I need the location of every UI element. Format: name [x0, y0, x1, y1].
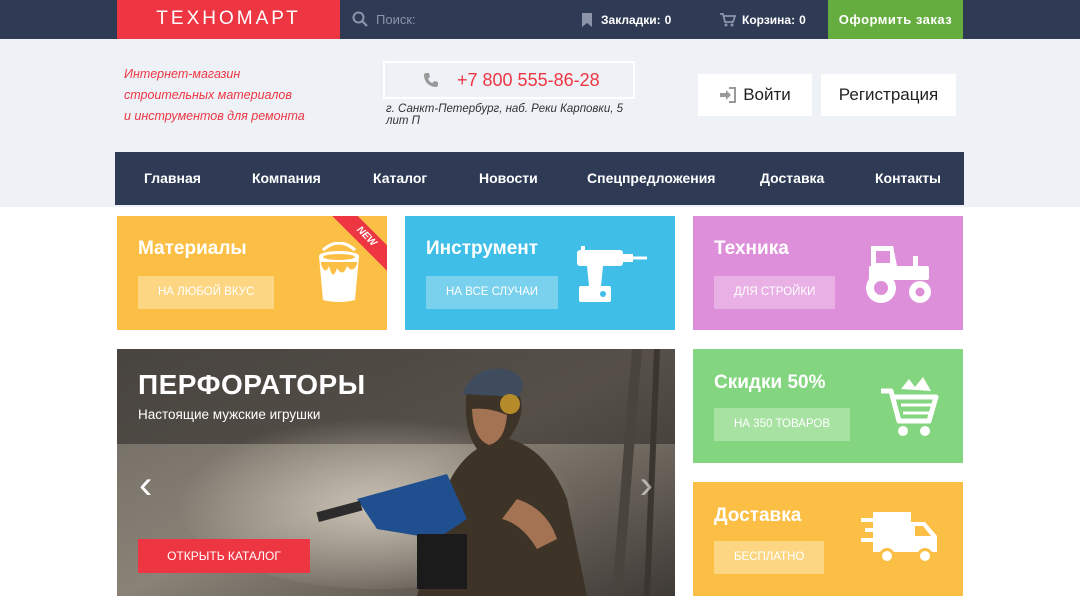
- nav-item-news[interactable]: Новости: [479, 152, 538, 205]
- cart-icon: [881, 377, 939, 436]
- nav-item-contacts[interactable]: Контакты: [875, 152, 941, 205]
- paint-bucket-icon: [319, 242, 359, 302]
- tile-button[interactable]: НА ВСЕ СЛУЧАИ: [426, 276, 559, 309]
- nav-item-offers[interactable]: Спецпредложения: [587, 152, 715, 205]
- bookmark-icon: [582, 13, 592, 27]
- nav-item-delivery[interactable]: Доставка: [760, 152, 824, 205]
- login-button[interactable]: Войти: [698, 74, 812, 116]
- register-button[interactable]: Регистрация: [821, 74, 956, 116]
- tile-title: Техника: [714, 238, 789, 259]
- search-box[interactable]: [352, 9, 552, 29]
- tile-title: Скидки 50%: [714, 372, 826, 393]
- address: г. Санкт-Петербург, наб. Реки Карповки, …: [386, 103, 624, 127]
- slider-next-arrow[interactable]: ›: [640, 465, 653, 505]
- tile-button[interactable]: НА ЛЮБОЙ ВКУС: [138, 276, 275, 309]
- cart-link[interactable]: Корзина: 0: [720, 11, 806, 29]
- top-bar: ТЕХНОМАРТ Закладки: 0 Корзина: 0 Оформит…: [0, 0, 1080, 43]
- tile-sale[interactable]: Скидки 50% НА 350 ТОВАРОВ: [693, 349, 963, 463]
- tagline: Интернет-магазин строительных материалов…: [124, 64, 324, 127]
- login-icon: [720, 87, 737, 103]
- main-nav: Главная Компания Каталог Новости Спецпре…: [115, 152, 964, 205]
- tagline-line: Интернет-магазин: [124, 67, 241, 81]
- hero-subtitle: Настоящие мужские игрушки: [138, 407, 321, 422]
- tile-tech[interactable]: Техника ДЛЯ СТРОЙКИ: [693, 216, 963, 330]
- hero-slider[interactable]: ПЕРФОРАТОРЫ Настоящие мужские игрушки ОТ…: [117, 349, 675, 596]
- tile-button[interactable]: ДЛЯ СТРОЙКИ: [714, 276, 836, 309]
- search-icon: [352, 11, 368, 27]
- drill-icon: [577, 246, 647, 302]
- nav-item-home[interactable]: Главная: [144, 152, 201, 205]
- bookmarks-link[interactable]: Закладки: 0: [581, 11, 671, 29]
- cart-label: Корзина:: [742, 13, 796, 27]
- tile-delivery[interactable]: Доставка БЕСПЛАТНО: [693, 482, 963, 596]
- tile-tools[interactable]: Инструмент НА ВСЕ СЛУЧАИ: [405, 216, 675, 330]
- tile-title: Материалы: [138, 238, 247, 259]
- phone-number: +7 800 555-86-28: [457, 69, 600, 90]
- tractor-icon: [866, 246, 931, 303]
- phone-box[interactable]: +7 800 555-86-28: [383, 61, 635, 99]
- bookmarks-label: Закладки:: [601, 13, 661, 27]
- cart-count: 0: [799, 13, 806, 27]
- tile-button[interactable]: НА 350 ТОВАРОВ: [714, 408, 850, 441]
- tagline-line: строительных материалов: [124, 88, 292, 102]
- order-button[interactable]: Оформить заказ: [828, 0, 963, 39]
- login-label: Войти: [743, 85, 791, 104]
- tile-title: Доставка: [714, 505, 802, 526]
- tagline-line: и инструментов для ремонта: [124, 109, 305, 123]
- phone-icon: [424, 73, 438, 87]
- bookmarks-count: 0: [664, 13, 672, 27]
- hero-title: ПЕРФОРАТОРЫ: [138, 369, 366, 400]
- cart-icon: [720, 13, 736, 27]
- search-input[interactable]: [376, 11, 536, 27]
- nav-item-catalog[interactable]: Каталог: [373, 152, 427, 205]
- tile-title: Инструмент: [426, 238, 539, 259]
- slider-prev-arrow[interactable]: ‹: [139, 465, 152, 505]
- nav-item-company[interactable]: Компания: [252, 152, 321, 205]
- tile-button[interactable]: БЕСПЛАТНО: [714, 541, 825, 574]
- open-catalog-button[interactable]: ОТКРЫТЬ КАТАЛОГ: [138, 539, 310, 573]
- truck-icon: [861, 512, 937, 564]
- tile-materials[interactable]: Материалы НА ЛЮБОЙ ВКУС NEW: [117, 216, 387, 330]
- logo[interactable]: ТЕХНОМАРТ: [117, 0, 340, 43]
